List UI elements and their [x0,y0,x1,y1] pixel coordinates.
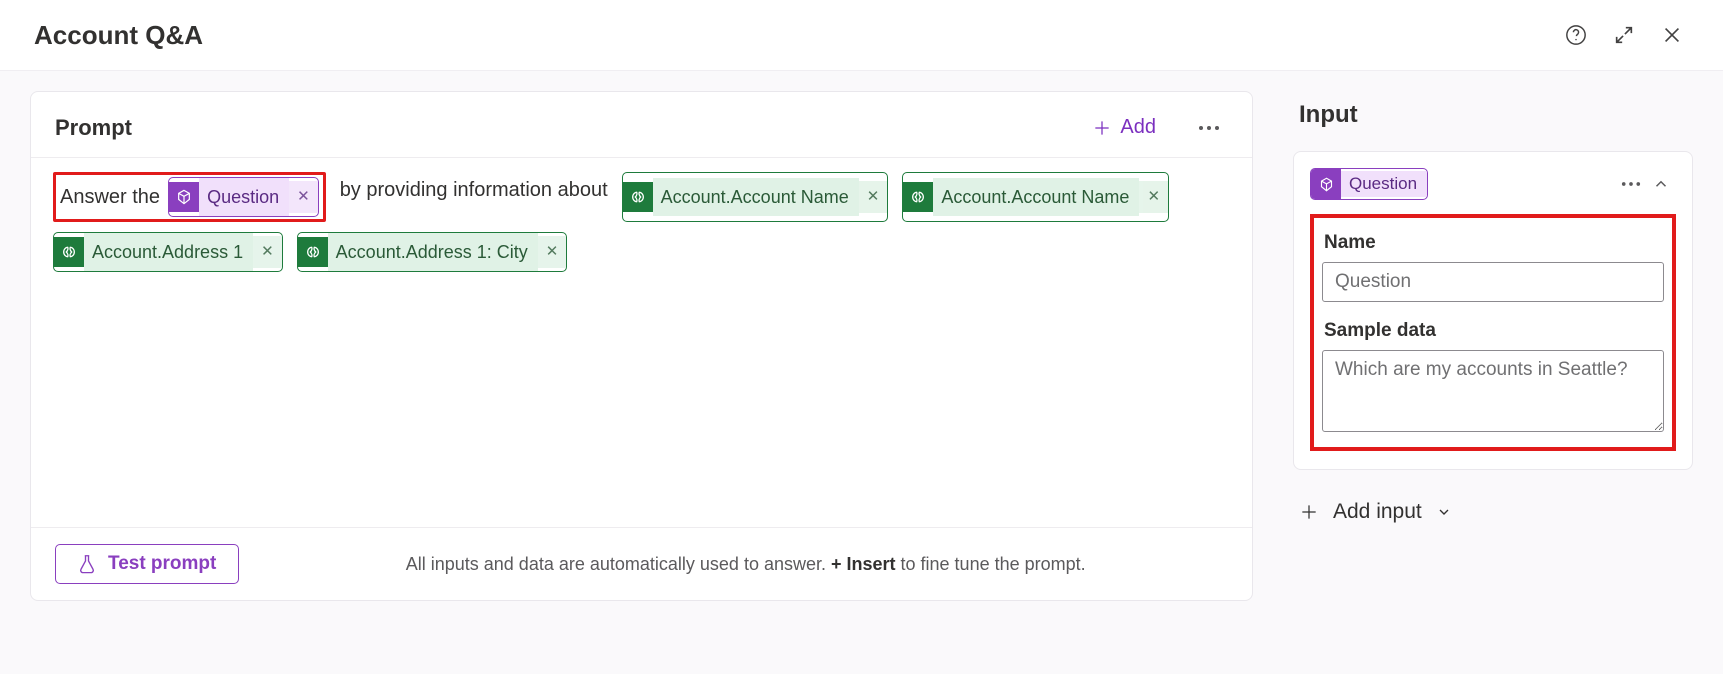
input-chip-question[interactable]: Question [1310,168,1428,200]
chip-label: Account.Address 1 [84,233,253,271]
chip-address1-city[interactable]: Account.Address 1: City ✕ [297,232,568,272]
prompt-card: Prompt Add Answer the Question ✕ [30,91,1253,601]
more-icon[interactable] [1190,121,1228,135]
chip-remove-icon[interactable]: ✕ [538,236,567,268]
chip-label: Question [199,178,289,216]
expand-icon[interactable] [1607,18,1641,52]
chip-question[interactable]: Question ✕ [168,177,319,217]
dataverse-icon [54,237,84,267]
page-title: Account Q&A [34,20,1559,51]
name-label: Name [1324,232,1662,254]
add-button[interactable]: Add [1082,112,1166,143]
flask-icon [78,554,96,574]
prompt-hint: All inputs and data are automatically us… [263,554,1228,575]
highlight-answer-the: Answer the Question ✕ [53,172,326,222]
sample-data-field[interactable] [1322,350,1664,432]
test-prompt-button[interactable]: Test prompt [55,544,239,584]
add-button-label: Add [1120,116,1156,139]
chip-remove-icon[interactable]: ✕ [859,181,888,213]
plus-icon [1092,118,1112,138]
input-panel-title: Input [1299,101,1693,129]
prompt-text: by providing information about [340,174,608,220]
chip-remove-icon[interactable]: ✕ [253,236,282,268]
chevron-down-icon [1436,504,1452,520]
input-more-icon[interactable] [1616,169,1646,199]
test-prompt-label: Test prompt [108,553,216,575]
collapse-icon[interactable] [1646,169,1676,199]
input-panel: Input Question Name [1293,91,1693,601]
name-field[interactable] [1322,262,1664,302]
plus-icon [1299,502,1319,522]
dataverse-icon [903,182,933,212]
variable-icon [169,182,199,212]
chip-account-name-1[interactable]: Account.Account Name ✕ [622,172,889,222]
chip-label: Question [1341,171,1427,197]
prompt-section-title: Prompt [55,115,1082,141]
chip-label: Account.Account Name [933,178,1139,216]
chip-label: Account.Address 1: City [328,233,538,271]
add-input-button[interactable]: Add input [1299,500,1693,524]
header-bar: Account Q&A [0,0,1723,71]
chip-remove-icon[interactable]: ✕ [1139,181,1168,213]
help-icon[interactable] [1559,18,1593,52]
chip-remove-icon[interactable]: ✕ [289,181,318,213]
chip-account-name-2[interactable]: Account.Account Name ✕ [902,172,1169,222]
add-input-label: Add input [1333,500,1422,524]
close-icon[interactable] [1655,18,1689,52]
chip-label: Account.Account Name [653,178,859,216]
sample-data-label: Sample data [1324,320,1662,342]
prompt-editor[interactable]: Answer the Question ✕ by providing infor… [31,158,1252,527]
prompt-text: Answer the [60,181,160,213]
dataverse-icon [623,182,653,212]
highlight-input-fields: Name Sample data [1310,214,1676,451]
variable-icon [1311,169,1341,199]
dataverse-icon [298,237,328,267]
chip-address1[interactable]: Account.Address 1 ✕ [53,232,283,272]
input-card-question: Question Name Sample data [1293,151,1693,470]
